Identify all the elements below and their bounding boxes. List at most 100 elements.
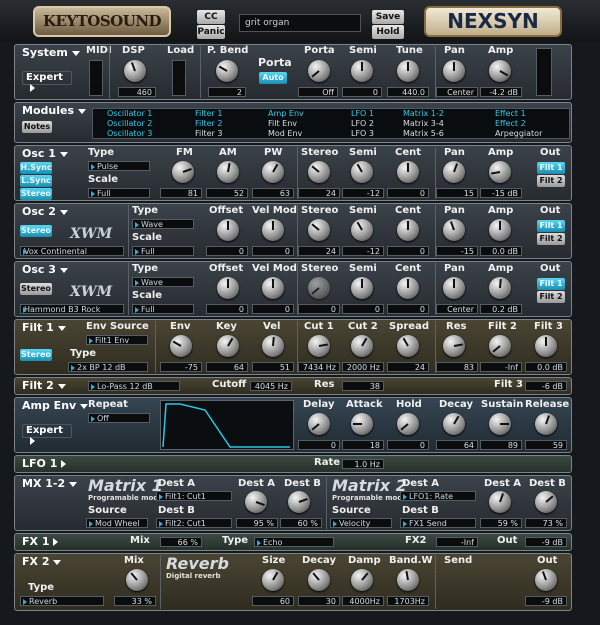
filt2-route-button[interactable]: Filt 2 bbox=[537, 175, 565, 187]
module-item[interactable]: Matrix 5-6 bbox=[403, 129, 444, 139]
amp-knob[interactable] bbox=[489, 60, 511, 82]
filt1-route-button[interactable]: Filt 1 bbox=[537, 220, 565, 232]
osc2-scale-select[interactable]: Full bbox=[132, 246, 194, 256]
modules-dropdown[interactable]: Modules bbox=[22, 104, 86, 117]
pan-knob[interactable] bbox=[443, 161, 465, 183]
semi-knob[interactable] bbox=[351, 219, 373, 241]
matrix1-dest-a-knob[interactable] bbox=[245, 491, 267, 513]
porta-knob[interactable] bbox=[308, 60, 330, 82]
repeat-select[interactable]: Off bbox=[88, 413, 150, 423]
semi-knob[interactable] bbox=[351, 60, 373, 82]
osc1-dropdown[interactable]: Osc 1 bbox=[22, 147, 68, 160]
module-item[interactable]: Oscillator 2 bbox=[107, 119, 152, 129]
bandwidth-knob[interactable] bbox=[397, 569, 419, 591]
out-knob[interactable] bbox=[535, 569, 557, 591]
filt2-route-button[interactable]: Filt 2 bbox=[537, 291, 565, 303]
matrix1-dest-b-select[interactable]: Filt2: Cut1 bbox=[156, 518, 232, 528]
expert-button[interactable]: Expert bbox=[22, 71, 72, 92]
matrix1-dest-b-knob[interactable] bbox=[288, 491, 310, 513]
damp-knob[interactable] bbox=[351, 569, 373, 591]
patch-name-display[interactable]: grit organ bbox=[239, 14, 361, 32]
hold-knob[interactable] bbox=[397, 413, 419, 435]
envelope-graph[interactable] bbox=[160, 400, 294, 450]
fx2-dropdown[interactable]: FX 2 bbox=[22, 555, 62, 568]
dsp-knob[interactable] bbox=[124, 60, 146, 82]
module-item[interactable]: Filt Env bbox=[268, 119, 297, 129]
pitch-bend-knob[interactable] bbox=[216, 60, 238, 82]
matrix1-dest-a-select[interactable]: Filt1: Cut1 bbox=[156, 491, 232, 501]
osc1-type-select[interactable]: Pulse bbox=[88, 161, 150, 171]
cent-knob[interactable] bbox=[397, 277, 419, 299]
module-item[interactable]: Effect 1 bbox=[495, 109, 526, 119]
pan-knob[interactable] bbox=[443, 219, 465, 241]
notes-button[interactable]: Notes bbox=[22, 121, 52, 133]
matrix2-dest-a-select[interactable]: LFO1: Rate bbox=[400, 491, 476, 501]
stereo-knob[interactable] bbox=[308, 161, 330, 183]
amp-knob[interactable] bbox=[489, 161, 511, 183]
module-item[interactable]: LFO 3 bbox=[351, 129, 374, 139]
am-knob[interactable] bbox=[217, 161, 239, 183]
osc3-type-select[interactable]: Wave bbox=[132, 277, 194, 287]
offset-knob[interactable] bbox=[217, 277, 239, 299]
matrix-dropdown[interactable]: MX 1-2 bbox=[22, 477, 78, 490]
osc1-scale-select[interactable]: Full bbox=[88, 188, 150, 198]
fx2-type-select[interactable]: Reverb bbox=[20, 596, 104, 606]
filt1-dropdown[interactable]: Filt 1 bbox=[22, 321, 66, 334]
matrix2-dest-b-select[interactable]: FX1 Send bbox=[400, 518, 476, 528]
hold-button[interactable]: Hold bbox=[372, 25, 404, 39]
pw-knob[interactable] bbox=[262, 161, 284, 183]
pan-knob[interactable] bbox=[443, 277, 465, 299]
matrix1-source-select[interactable]: Mod Wheel bbox=[86, 518, 148, 528]
amp-env-dropdown[interactable]: Amp Env bbox=[22, 399, 89, 412]
env-source-select[interactable]: Filt1 Env bbox=[86, 335, 148, 345]
semi-knob[interactable] bbox=[351, 277, 373, 299]
filt2-dropdown[interactable]: Filt 2 bbox=[22, 379, 66, 392]
attack-knob[interactable] bbox=[351, 413, 373, 435]
osc3-dropdown[interactable]: Osc 3 bbox=[22, 263, 68, 276]
decay-knob[interactable] bbox=[443, 413, 465, 435]
key-knob[interactable] bbox=[217, 335, 239, 357]
hsync-button[interactable]: H.Sync bbox=[20, 162, 52, 174]
pan-knob[interactable] bbox=[443, 60, 465, 82]
filter-type-select[interactable]: 2x BP 12 dB bbox=[68, 362, 148, 372]
filt2-type-select[interactable]: Lo-Pass 12 dB bbox=[88, 381, 180, 391]
stereo-button[interactable]: Stereo bbox=[20, 225, 52, 237]
osc3-patch-select[interactable]: Hammond B3 Rock bbox=[20, 304, 124, 314]
release-knob[interactable] bbox=[535, 413, 557, 435]
matrix2-dest-b-knob[interactable] bbox=[535, 491, 557, 513]
stereo-knob[interactable] bbox=[308, 219, 330, 241]
panic-button[interactable]: Panic bbox=[197, 25, 225, 39]
stereo-button[interactable]: Stereo bbox=[20, 283, 52, 295]
cut2-knob[interactable] bbox=[351, 335, 373, 357]
amp-knob[interactable] bbox=[489, 219, 511, 241]
lfo1-dropdown[interactable]: LFO 1 bbox=[22, 457, 67, 470]
matrix2-source-select[interactable]: Velocity bbox=[330, 518, 392, 528]
module-item[interactable]: Oscillator 3 bbox=[107, 129, 152, 139]
expert-button[interactable]: Expert bbox=[22, 424, 72, 445]
filt3-level-knob[interactable] bbox=[535, 335, 557, 357]
sustain-knob[interactable] bbox=[489, 413, 511, 435]
filt1-route-button[interactable]: Filt 1 bbox=[537, 162, 565, 174]
vel-mod-knob[interactable] bbox=[262, 277, 284, 299]
module-item[interactable]: Filter 1 bbox=[195, 109, 222, 119]
delay-knob[interactable] bbox=[308, 413, 330, 435]
decay-knob[interactable] bbox=[308, 569, 330, 591]
module-item[interactable]: Mod Env bbox=[268, 129, 302, 139]
fx1-dropdown[interactable]: FX 1 bbox=[22, 535, 59, 548]
module-item[interactable]: LFO 2 bbox=[351, 119, 374, 129]
module-item[interactable]: Arpeggiator bbox=[495, 129, 542, 139]
module-item[interactable]: Matrix 3-4 bbox=[403, 119, 444, 129]
semi-knob[interactable] bbox=[351, 161, 373, 183]
matrix2-dest-a-knob[interactable] bbox=[489, 491, 511, 513]
res-knob[interactable] bbox=[443, 335, 465, 357]
amp-knob[interactable] bbox=[489, 277, 511, 299]
module-item[interactable]: Filter 3 bbox=[195, 129, 222, 139]
vel-mod-knob[interactable] bbox=[262, 219, 284, 241]
tune-knob[interactable] bbox=[397, 60, 419, 82]
save-button[interactable]: Save bbox=[372, 10, 404, 24]
lsync-button[interactable]: L.Sync bbox=[20, 175, 52, 187]
stereo-knob[interactable] bbox=[308, 277, 330, 299]
stereo-button[interactable]: Stereo bbox=[20, 349, 52, 361]
osc2-type-select[interactable]: Wave bbox=[132, 219, 194, 229]
module-item[interactable]: Matrix 1-2 bbox=[403, 109, 444, 119]
